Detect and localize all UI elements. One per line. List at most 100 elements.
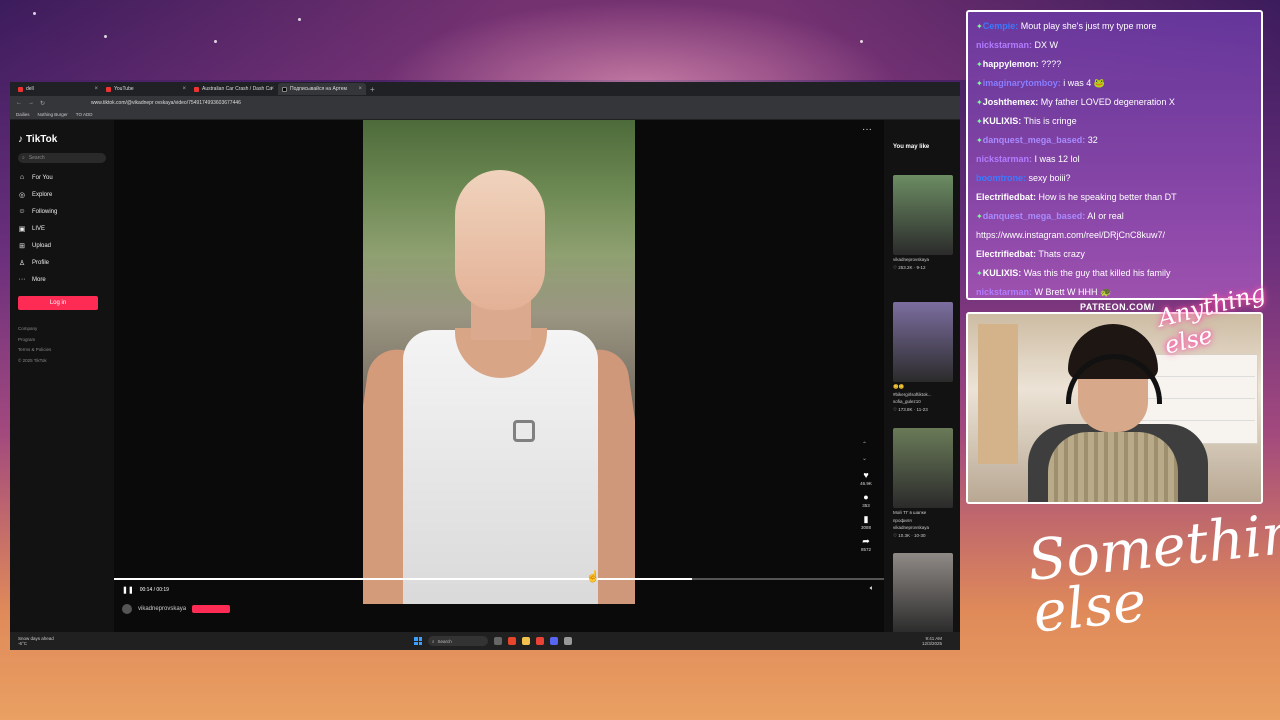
follow-button[interactable] <box>192 605 231 613</box>
tab-label: dell <box>26 86 34 92</box>
sidebar-item-profile[interactable]: ♙ Profile <box>18 254 106 271</box>
chat-username[interactable]: imaginarytomboy: <box>983 78 1061 88</box>
suggestion-author: sofia_gulez10 <box>893 399 921 404</box>
file-explorer-icon[interactable] <box>522 637 530 645</box>
discord-icon[interactable] <box>550 637 558 645</box>
sidebar-item-for-you[interactable]: ⌂ For You <box>18 169 106 186</box>
tab-youtube[interactable]: YouTube × <box>102 83 190 95</box>
chat-text: I was 12 lol <box>1034 154 1080 164</box>
chat-username[interactable]: nickstarman: <box>976 154 1032 164</box>
chat-username[interactable]: nickstarman: <box>976 40 1032 50</box>
shares-count: 8572 <box>860 547 871 552</box>
author-name[interactable]: vikadneprovskaya <box>138 606 186 612</box>
suggestion-caption: #bikergirlsoftiktok... <box>893 391 932 397</box>
suggestion-thumbnail[interactable] <box>893 302 953 382</box>
chat-username[interactable]: Electrifiedbat: <box>976 192 1036 202</box>
star <box>104 35 107 38</box>
pause-icon[interactable]: ❚❚ <box>122 586 134 594</box>
nav-label: Following <box>32 208 58 215</box>
chat-username[interactable]: nickstarman: <box>976 287 1032 297</box>
taskbar-search[interactable]: ⌕ Search <box>428 636 488 646</box>
chat-username[interactable]: happylemon: <box>983 59 1039 69</box>
tiktok-icon <box>282 86 287 92</box>
sidebar-item-more[interactable]: ··· More <box>18 271 106 288</box>
weather-widget[interactable]: Snow days ahead -6°C <box>18 636 54 646</box>
suggestion-thumbnail[interactable] <box>893 428 953 508</box>
suggestion-card[interactable]: 😊😊 #bikergirlsoftiktok... sofia_gulez10 … <box>893 302 953 412</box>
chat-message: nickstarman: DX W <box>976 36 1253 55</box>
compass-icon: ◎ <box>18 191 26 199</box>
new-tab-icon[interactable]: + <box>370 85 375 94</box>
login-button[interactable]: Log in <box>18 296 98 310</box>
chat-username[interactable]: danquest_mega_based: <box>983 211 1086 221</box>
close-icon[interactable]: × <box>182 86 186 92</box>
chat-badge-icon: ✦ <box>976 79 983 88</box>
bookmark-nothing-burger[interactable]: Nothing Burger <box>38 112 68 117</box>
nav-label: More <box>32 276 46 283</box>
star <box>298 18 301 21</box>
search-icon: ⌕ <box>22 155 25 161</box>
forward-icon[interactable]: → <box>28 100 34 106</box>
suggestion-caption: 😊😊 <box>893 384 905 389</box>
sidebar-item-live[interactable]: ▣ LIVE <box>18 220 106 237</box>
tab-car-crash[interactable]: Australian Car Crash / Dash Ca × <box>190 83 278 95</box>
share-icon[interactable]: ➦ <box>856 536 876 547</box>
bookmark-dailies[interactable]: Dailies <box>16 112 30 117</box>
more-options-icon[interactable]: ··· <box>862 124 872 135</box>
tiktok-logo[interactable]: ♪ TikTok <box>18 134 106 145</box>
suggestion-card[interactable]: vikadneprovskaya ♡ 253.2K · 9-12 <box>893 175 953 270</box>
browser-app-icon[interactable] <box>508 637 516 645</box>
suggestion-card[interactable] <box>893 553 953 633</box>
chat-username[interactable]: Electrifiedbat: <box>976 249 1036 259</box>
system-clock[interactable]: 9:41 AM 12/3/2025 <box>922 636 942 647</box>
likes-count: 46.9K <box>860 481 872 486</box>
suggestion-thumbnail[interactable] <box>893 553 953 633</box>
footer-program[interactable]: Program <box>18 335 106 346</box>
url-field[interactable]: www.tiktok.com/@vikadnepr ovskaya/video/… <box>91 100 241 106</box>
sidebar-item-upload[interactable]: ⊞ Upload <box>18 237 106 254</box>
sidebar-footer: Company Program Terms & Policies © 2025 … <box>18 324 106 366</box>
sidebar-item-explore[interactable]: ◎ Explore <box>18 186 106 203</box>
back-icon[interactable]: ← <box>16 100 22 106</box>
chat-badge-icon: ✦ <box>976 98 983 107</box>
author-row: vikadneprovskaya <box>122 604 231 614</box>
bookmark-icon[interactable]: ▮ <box>856 514 876 525</box>
chat-username[interactable]: danquest_mega_based: <box>983 135 1086 145</box>
tiktok-page: ♪ TikTok ⌕ Search ⌂ For You ◎ Explore ☺ Follo… <box>10 120 960 650</box>
close-icon[interactable]: × <box>270 86 274 92</box>
video-player[interactable]: ··· ⌃ ⌄ ♥ 46.9K ● 353 ▮ 3088 ➦ 8572 ❚❚ 0… <box>114 120 884 650</box>
chrome-icon[interactable] <box>536 637 544 645</box>
task-view-icon[interactable] <box>494 637 502 645</box>
search-placeholder: Search <box>28 155 45 161</box>
heart-icon[interactable]: ♥ <box>856 470 876 481</box>
avatar[interactable] <box>122 604 132 614</box>
bookmark-to-add[interactable]: TO ADD <box>76 112 93 117</box>
up-arrow-icon[interactable]: ⌃ <box>862 438 867 452</box>
tab-tiktok[interactable]: Подписывайся на Артем × <box>278 83 366 95</box>
reload-icon[interactable]: ↻ <box>40 100 45 107</box>
youtube-icon <box>194 86 199 92</box>
settings-icon[interactable] <box>564 637 572 645</box>
footer-terms[interactable]: Terms & Policies <box>18 345 106 356</box>
progress-bar[interactable] <box>114 578 884 580</box>
chat-username[interactable]: boomtrone: <box>976 173 1026 183</box>
sidebar-item-following[interactable]: ☺ Following <box>18 203 106 220</box>
close-icon[interactable]: × <box>94 86 98 92</box>
tab-dell[interactable]: dell × <box>14 83 102 95</box>
footer-company[interactable]: Company <box>18 324 106 335</box>
volume-icon[interactable]: 🔈︎ <box>870 585 874 593</box>
suggestion-thumbnail[interactable] <box>893 175 953 255</box>
windows-start-icon[interactable] <box>414 637 422 645</box>
video-frame[interactable] <box>363 120 635 604</box>
suggestion-card[interactable]: Мой ТГ в шапке профиля vikadneprovskaya … <box>893 428 953 538</box>
nav-label: Upload <box>32 242 52 249</box>
stream-chat: ✦Cempie: Mout play she's just my type mo… <box>966 10 1263 300</box>
chat-username[interactable]: KULIXIS: <box>983 268 1022 278</box>
close-icon[interactable]: × <box>358 86 362 92</box>
chat-username[interactable]: Joshthemex: <box>983 97 1039 107</box>
chat-username[interactable]: KULIXIS: <box>983 116 1022 126</box>
down-arrow-icon[interactable]: ⌄ <box>862 452 867 466</box>
search-input[interactable]: ⌕ Search <box>18 153 106 163</box>
comment-icon[interactable]: ● <box>856 492 876 503</box>
chat-username[interactable]: Cempie: <box>983 21 1019 31</box>
